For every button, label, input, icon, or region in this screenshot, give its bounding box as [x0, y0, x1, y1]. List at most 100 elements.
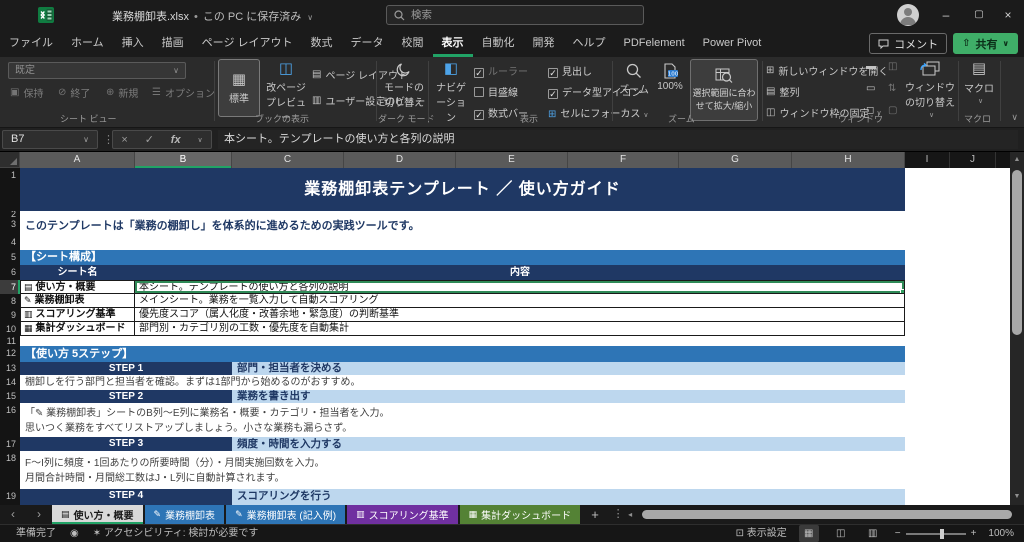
formula-input[interactable]: 本シート。テンプレートの使い方と各列の説明: [218, 130, 1018, 149]
vertical-scroll-thumb[interactable]: [1012, 170, 1022, 335]
row-header-3[interactable]: 3: [0, 217, 20, 235]
macros-button[interactable]: ▤ マクロ∨: [962, 61, 996, 105]
column-header-B[interactable]: B: [135, 152, 232, 168]
zoom-track[interactable]: [906, 533, 966, 535]
column-header-H[interactable]: H: [792, 152, 905, 168]
cell-step1-label[interactable]: STEP 1: [20, 362, 232, 375]
vertical-scrollbar[interactable]: ▲ ▼: [1010, 152, 1024, 505]
row-header-9[interactable]: 9: [0, 308, 20, 322]
name-box[interactable]: B7∨: [2, 130, 98, 149]
sheet-tab-usage[interactable]: ▤ 使い方・概要: [52, 505, 143, 524]
column-header-D[interactable]: D: [344, 152, 456, 168]
column-header-I[interactable]: I: [905, 152, 950, 168]
minimize-button[interactable]: –: [930, 0, 962, 30]
reset-window-position-button[interactable]: ▢: [888, 105, 897, 116]
exit-sheet-view-button[interactable]: ⊘終了: [58, 85, 90, 100]
new-sheet-view-button[interactable]: ⊕新規: [106, 85, 138, 100]
row-header-11[interactable]: 11: [0, 336, 20, 346]
cell-step3-note[interactable]: F〜I列に頻度・1回あたりの所要時間（分）・月間実施回数を入力。月間合計時間・月…: [20, 451, 905, 489]
row-header-5[interactable]: 5: [0, 250, 20, 265]
share-button[interactable]: ⇧ 共有 ∨: [953, 33, 1018, 54]
switch-windows-button[interactable]: ウィンドウの切り替え∨: [906, 61, 954, 119]
column-header-F[interactable]: F: [568, 152, 679, 168]
focus-cell-button[interactable]: ⊞セルにフォーカス∨: [548, 105, 649, 120]
header-sheet-name[interactable]: シート名: [20, 265, 135, 280]
row-header-1[interactable]: 1: [0, 168, 20, 211]
zoom-out-icon[interactable]: −: [895, 525, 901, 542]
dark-mode-toggle-button[interactable]: モードの切り替え: [381, 61, 427, 109]
cell-b7-selected[interactable]: 本シート。テンプレートの使い方と各列の説明: [135, 281, 904, 293]
cell-sheet-desc-4[interactable]: 部門別・カテゴリ別の工数・優先度を自動集計: [135, 322, 904, 335]
macro-record-icon[interactable]: ◉: [70, 525, 79, 542]
zoom-100-button[interactable]: 100 100%: [652, 63, 688, 92]
row-header-17[interactable]: 17: [0, 437, 20, 451]
tab-power-pivot[interactable]: Power Pivot: [694, 30, 771, 57]
cell-step3-title[interactable]: 頻度・時間を入力する: [232, 437, 905, 451]
collapse-ribbon-button[interactable]: ∨: [1011, 112, 1018, 123]
sheet-tab-inventory[interactable]: ✎ 業務棚卸表: [145, 505, 225, 524]
header-content[interactable]: 内容: [135, 265, 905, 280]
restore-button[interactable]: ▢: [963, 0, 995, 30]
zoom-slider[interactable]: − +: [895, 525, 977, 542]
sheet-tab-inventory-example[interactable]: ✎ 業務棚卸表 (記入例): [226, 505, 345, 524]
keep-sheet-view-button[interactable]: ▣保持: [10, 85, 43, 100]
row-header-19[interactable]: 19: [0, 489, 20, 503]
zoom-to-selection-button[interactable]: 選択範囲に合わせて拡大/縮小: [690, 59, 758, 121]
row-header-16[interactable]: 16: [0, 403, 20, 437]
normal-view-status-button[interactable]: ▦: [799, 525, 819, 542]
cell-section-steps[interactable]: 【使い方 5ステップ】: [20, 346, 905, 362]
accessibility-status[interactable]: ✶ アクセシビリティ: 検討が必要です: [93, 525, 259, 542]
column-header-E[interactable]: E: [456, 152, 568, 168]
tab-pdfelement[interactable]: PDFelement: [615, 30, 694, 57]
zoom-button[interactable]: ズーム: [616, 63, 652, 96]
scroll-left-icon[interactable]: ◂: [628, 505, 632, 524]
cell-section-sheets[interactable]: 【シート構成】: [20, 250, 905, 265]
tab-developer[interactable]: 開発: [524, 30, 564, 57]
sheet-tab-scoring[interactable]: ▥ スコアリング基準: [347, 505, 458, 524]
comments-button[interactable]: コメント: [869, 33, 947, 54]
horizontal-scrollbar[interactable]: ◂: [628, 505, 1024, 524]
page-break-status-button[interactable]: ▥: [863, 525, 883, 542]
display-settings-button[interactable]: ⊡ 表示設定: [736, 525, 787, 542]
row-header-10[interactable]: 10: [0, 322, 20, 336]
insert-function-button[interactable]: fx: [171, 134, 181, 146]
column-header-G[interactable]: G: [679, 152, 792, 168]
next-sheet-icon[interactable]: ›: [26, 505, 52, 524]
row-header-13[interactable]: 13: [0, 362, 20, 375]
column-header-A[interactable]: A: [20, 152, 135, 168]
tab-insert[interactable]: 挿入: [113, 30, 153, 57]
row-header-14[interactable]: 14: [0, 375, 20, 390]
scroll-up-icon[interactable]: ▲: [1010, 152, 1024, 168]
avatar[interactable]: [897, 4, 919, 26]
cell-sheet-name-4[interactable]: ▦集計ダッシュボード: [21, 322, 135, 335]
cell-sheet-name-1[interactable]: ▤使い方・概要: [21, 281, 135, 293]
cell-sheet-name-3[interactable]: ▥スコアリング基準: [21, 308, 135, 321]
scroll-down-icon[interactable]: ▼: [1010, 489, 1024, 505]
sheet-view-dropdown[interactable]: 既定∨: [8, 62, 186, 79]
tab-data[interactable]: データ: [342, 30, 393, 57]
zoom-knob[interactable]: [940, 529, 944, 539]
cell-step2-label[interactable]: STEP 2: [20, 390, 232, 403]
cell-step2-note[interactable]: 「✎ 業務棚卸表」シートのB列〜E列に業務名・概要・カテゴリ・担当者を入力。思い…: [20, 403, 905, 437]
confirm-entry-button[interactable]: ✓: [145, 133, 154, 146]
horizontal-scroll-thumb[interactable]: [642, 510, 1012, 519]
tab-view[interactable]: 表示: [433, 30, 473, 57]
synchronous-scrolling-button[interactable]: ⇅: [888, 83, 896, 94]
cell-step2-title[interactable]: 業務を書き出す: [232, 390, 905, 403]
cell-title-banner[interactable]: 業務棚卸表テンプレート ／ 使い方ガイド: [20, 168, 905, 211]
column-header-C[interactable]: C: [232, 152, 344, 168]
row-header-6[interactable]: 6: [0, 265, 20, 280]
column-header-J[interactable]: J: [950, 152, 996, 168]
tab-file[interactable]: ファイル: [0, 30, 62, 57]
tab-home[interactable]: ホーム: [62, 30, 113, 57]
row-header-18[interactable]: 18: [0, 451, 20, 489]
headings-checkbox[interactable]: ✓見出し: [548, 63, 592, 78]
row-header-4[interactable]: 4: [0, 235, 20, 250]
fill-handle[interactable]: [900, 289, 904, 293]
tab-formulas[interactable]: 数式: [302, 30, 342, 57]
tab-options-icon[interactable]: ⋮: [608, 505, 628, 524]
document-title[interactable]: 業務棚卸表.xlsx•この PC に保存済み∨: [112, 8, 313, 24]
cell-sheet-desc-3[interactable]: 優先度スコア（属人化度・改善余地・緊急度）の判断基準: [135, 308, 904, 321]
close-button[interactable]: ×: [992, 0, 1024, 30]
view-side-by-side-button[interactable]: ◫: [888, 61, 897, 72]
